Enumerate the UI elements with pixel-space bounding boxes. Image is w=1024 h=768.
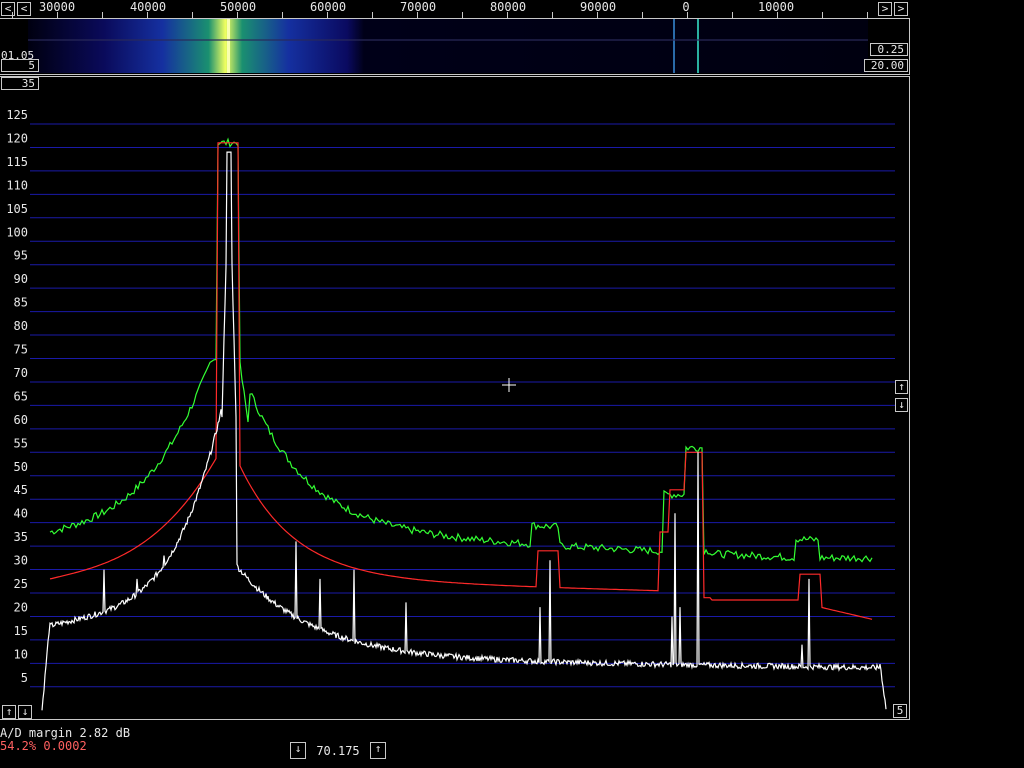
waterfall-right-value-1[interactable]: 0.25 <box>870 43 908 56</box>
y-tick-label: 45 <box>14 483 28 497</box>
frequency-tick-mark <box>282 12 283 18</box>
y-tick-label: 65 <box>14 389 28 403</box>
frequency-tick-mark <box>237 12 238 18</box>
frequency-tick-label: 0 <box>682 0 690 14</box>
frequency-tick-mark <box>822 12 823 18</box>
waterfall-left-value[interactable]: 5 <box>1 59 39 72</box>
y-tick-label: 95 <box>14 249 28 263</box>
spectrum-graph: 1251201151101051009590858075706560555045… <box>6 108 895 711</box>
y-tick-label: 125 <box>6 108 28 122</box>
footer-frequency-control[interactable]: ↓ 70.175 ↑ <box>290 742 386 760</box>
waterfall-gradient <box>28 19 868 73</box>
y-tick-label: 115 <box>6 155 28 169</box>
scroll-right-button[interactable]: > <box>878 2 892 16</box>
bottom-right-value[interactable]: 5 <box>893 704 907 718</box>
frequency-tick-label: 80000 <box>489 0 527 14</box>
frequency-tick-label: 70000 <box>399 0 437 14</box>
frequency-tick-mark <box>372 12 373 18</box>
y-tick-label: 60 <box>14 413 28 427</box>
frequency-tick-mark <box>147 12 148 18</box>
y-tick-label: 105 <box>6 202 28 216</box>
frequency-tick-mark <box>597 12 598 18</box>
y-tick-label: 15 <box>14 624 28 638</box>
y-tick-label: 120 <box>6 131 28 145</box>
arrow-up-icon[interactable]: ↑ <box>895 380 908 394</box>
frequency-tick-mark <box>327 12 328 18</box>
y-tick-label: 100 <box>6 225 28 239</box>
frequency-tick-mark <box>777 12 778 18</box>
average-spectrum-line <box>49 137 873 563</box>
waterfall-right-value-2[interactable]: 20.00 <box>864 59 908 72</box>
frequency-tick-mark <box>642 12 643 18</box>
zoom-down-button[interactable]: ↓ <box>18 705 32 719</box>
footer-down-button[interactable]: ↓ <box>290 742 306 759</box>
waterfall-display[interactable] <box>28 19 868 73</box>
waterfall-band <box>28 39 868 41</box>
y-tick-label: 35 <box>14 530 28 544</box>
y-tick-label: 40 <box>14 507 28 521</box>
frequency-tick-mark <box>12 12 13 18</box>
frequency-tick-label: 90000 <box>579 0 617 14</box>
y-tick-label: 30 <box>14 554 28 568</box>
instant-spectrum-line <box>41 151 887 711</box>
frequency-tick-mark <box>57 12 58 18</box>
y-tick-label: 90 <box>14 272 28 286</box>
ad-margin-text: A/D margin 2.82 dB <box>0 726 131 740</box>
waterfall-signal-line <box>697 19 699 73</box>
arrow-down-icon[interactable]: ↓ <box>895 398 908 412</box>
y-tick-label: 10 <box>14 647 28 661</box>
y-tick-label: 5 <box>21 671 28 685</box>
frequency-scale[interactable]: < < 30000 40000 50000 60000 70000 80000 90000 0… <box>0 0 910 19</box>
y-tick-label: 70 <box>14 366 28 380</box>
frequency-tick-mark <box>507 12 508 18</box>
frequency-tick-mark <box>192 12 193 18</box>
waterfall-signal-line <box>673 19 675 73</box>
y-tick-label: 25 <box>14 577 28 591</box>
scroll-left-fast-button[interactable]: < <box>17 2 31 16</box>
y-tick-label: 80 <box>14 319 28 333</box>
footer-up-button[interactable]: ↑ <box>370 742 386 759</box>
frequency-tick-mark <box>462 12 463 18</box>
scroll-right-fast-button[interactable]: > <box>894 2 908 16</box>
frequency-tick-label: 10000 <box>757 0 795 14</box>
frequency-tick-mark <box>867 12 868 18</box>
frequency-tick-mark <box>732 12 733 18</box>
peak-hold-line <box>49 142 873 620</box>
frequency-tick-mark <box>417 12 418 18</box>
frequency-tick-mark <box>102 12 103 18</box>
footer-frequency-value[interactable]: 70.175 <box>312 744 364 758</box>
frequency-tick-mark <box>687 12 688 18</box>
y-tick-label: 85 <box>14 296 28 310</box>
y-tick-label: 20 <box>14 600 28 614</box>
stats-text: 54.2% 0.0002 <box>0 739 87 753</box>
frequency-tick-label: 40000 <box>129 0 167 14</box>
spectrum-display[interactable]: 125 120 115 110 105 100 95 90 85 80 75 70 65 60 55 50 45… <box>0 76 910 720</box>
y-tick-label: 110 <box>6 178 28 192</box>
y-tick-label: 50 <box>14 460 28 474</box>
y-tick-label: 75 <box>14 343 28 357</box>
y-tick-label: 55 <box>14 436 28 450</box>
frequency-tick-label: 60000 <box>309 0 347 14</box>
waterfall-carrier-line <box>227 19 230 73</box>
frequency-tick-label: 50000 <box>219 0 257 14</box>
zoom-up-button[interactable]: ↑ <box>2 705 16 719</box>
frequency-tick-mark <box>552 12 553 18</box>
